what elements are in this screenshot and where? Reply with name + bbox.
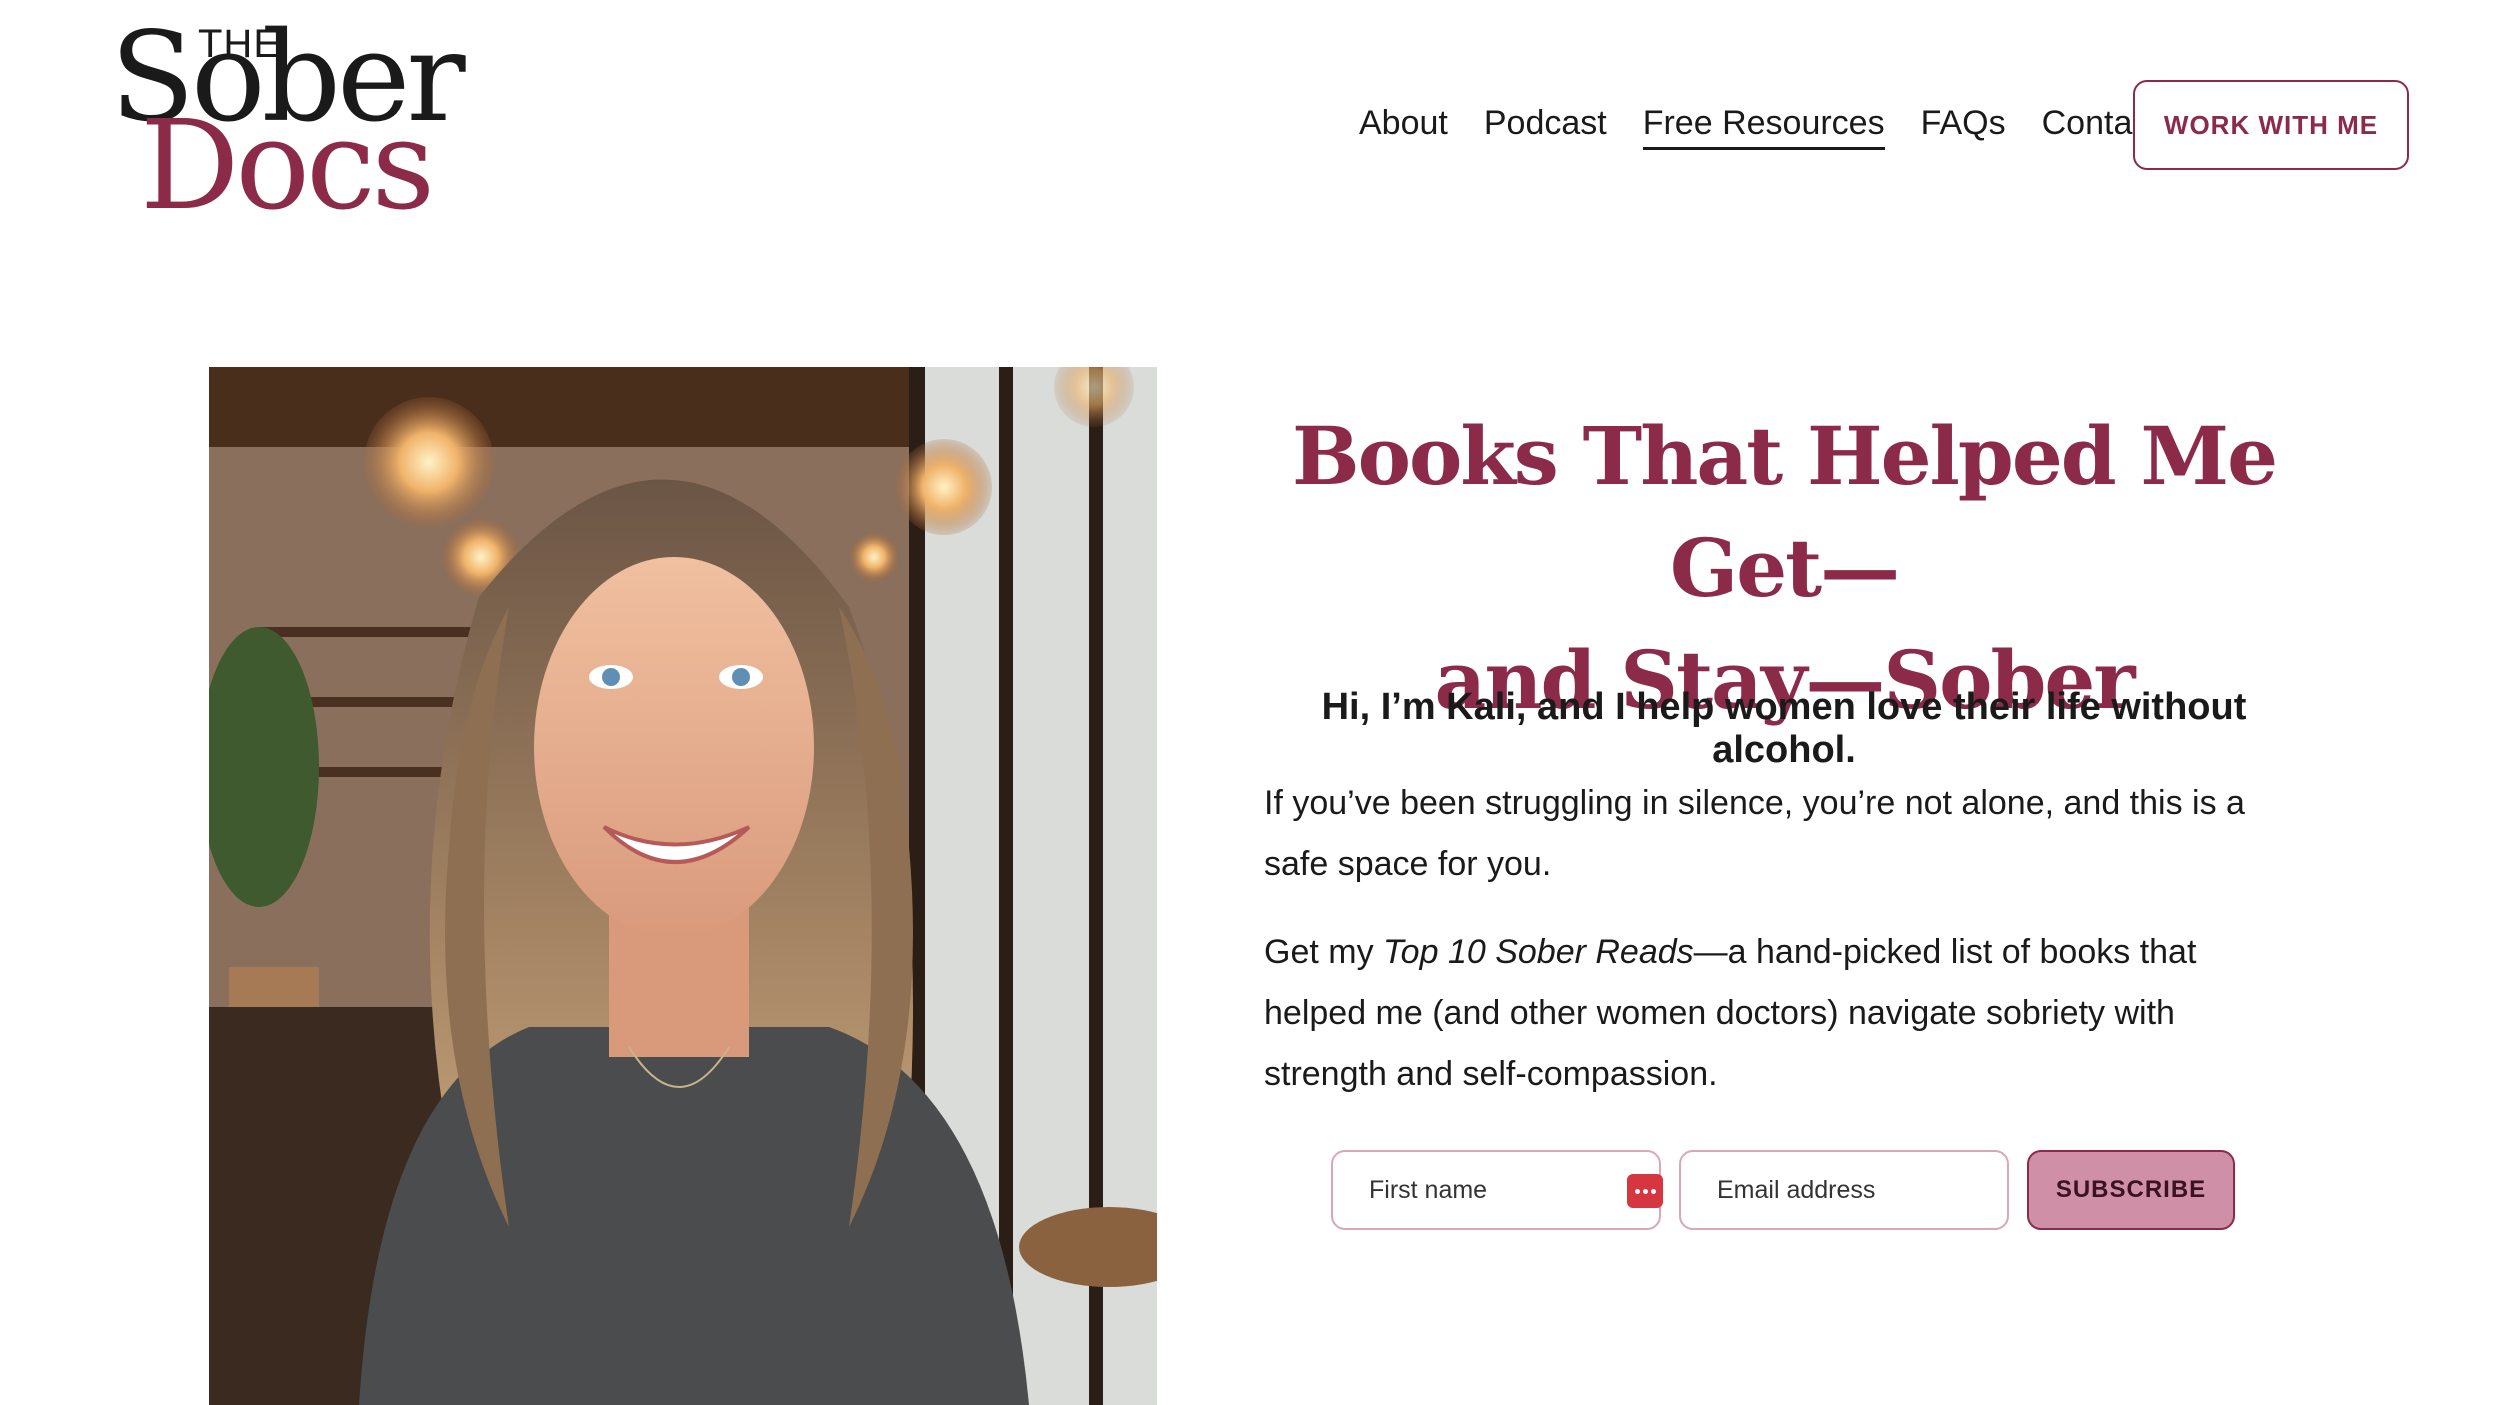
- nav-item-podcast[interactable]: Podcast: [1484, 104, 1607, 150]
- main-nav: About Podcast Free Resources FAQs Contac…: [1359, 104, 2159, 150]
- first-name-placeholder: First name: [1369, 1175, 1488, 1204]
- work-with-me-button[interactable]: WORK WITH ME: [2133, 80, 2409, 170]
- hero-photo: [209, 367, 1157, 1405]
- site-logo[interactable]: Sober THE Docs: [110, 16, 510, 238]
- intro-text: Hi, I’m Kali, and I help women love thei…: [1321, 686, 2247, 771]
- password-manager-icon[interactable]: [1627, 1174, 1663, 1208]
- nav-item-about[interactable]: About: [1359, 104, 1448, 150]
- body-paragraph-1: If you’ve been struggling in silence, yo…: [1264, 784, 2245, 883]
- subscribe-form: First name Email address SUBSCRIBE: [1331, 1150, 2235, 1230]
- page-title-line1: Books That Helped Me Get—: [1292, 409, 2278, 615]
- nav-item-faqs[interactable]: FAQs: [1921, 104, 2006, 150]
- book-list-title: Top 10 Sober Reads: [1383, 933, 1694, 971]
- logo-docs-text: Docs: [140, 94, 435, 238]
- subscribe-button[interactable]: SUBSCRIBE: [2027, 1150, 2235, 1230]
- hero-photo-illustration: [209, 367, 1157, 1405]
- body-paragraph-2: Get my Top 10 Sober Reads—a hand-picked …: [1264, 922, 2304, 1105]
- body-paragraph-2-prefix: Get my: [1264, 933, 1384, 971]
- nav-item-free-resources[interactable]: Free Resources: [1642, 104, 1885, 150]
- first-name-field[interactable]: First name: [1331, 1150, 1663, 1230]
- logo-the-text: THE: [198, 22, 281, 66]
- email-field[interactable]: Email address: [1679, 1150, 2009, 1230]
- email-placeholder: Email address: [1717, 1175, 1876, 1204]
